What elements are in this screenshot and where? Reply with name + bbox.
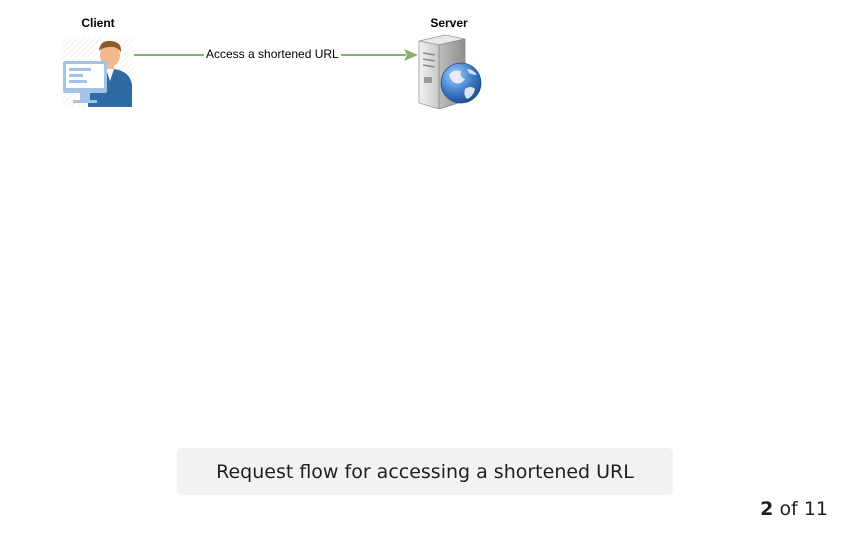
pager-separator: of [779,498,798,520]
pager-total: 11 [803,498,828,520]
diagram-caption: Request flow for accessing a shortened U… [177,448,673,495]
pager-current: 2 [760,498,774,520]
web-server-icon [418,34,482,109]
edge-label: Access a shortened URL [204,46,341,62]
server-label: Server [430,16,468,30]
client-label: Client [81,16,115,30]
client-user-icon [62,37,134,107]
diagram: Client Server Access a shortened URL [0,0,848,420]
slide-pager: 2 of 11 [760,498,828,520]
